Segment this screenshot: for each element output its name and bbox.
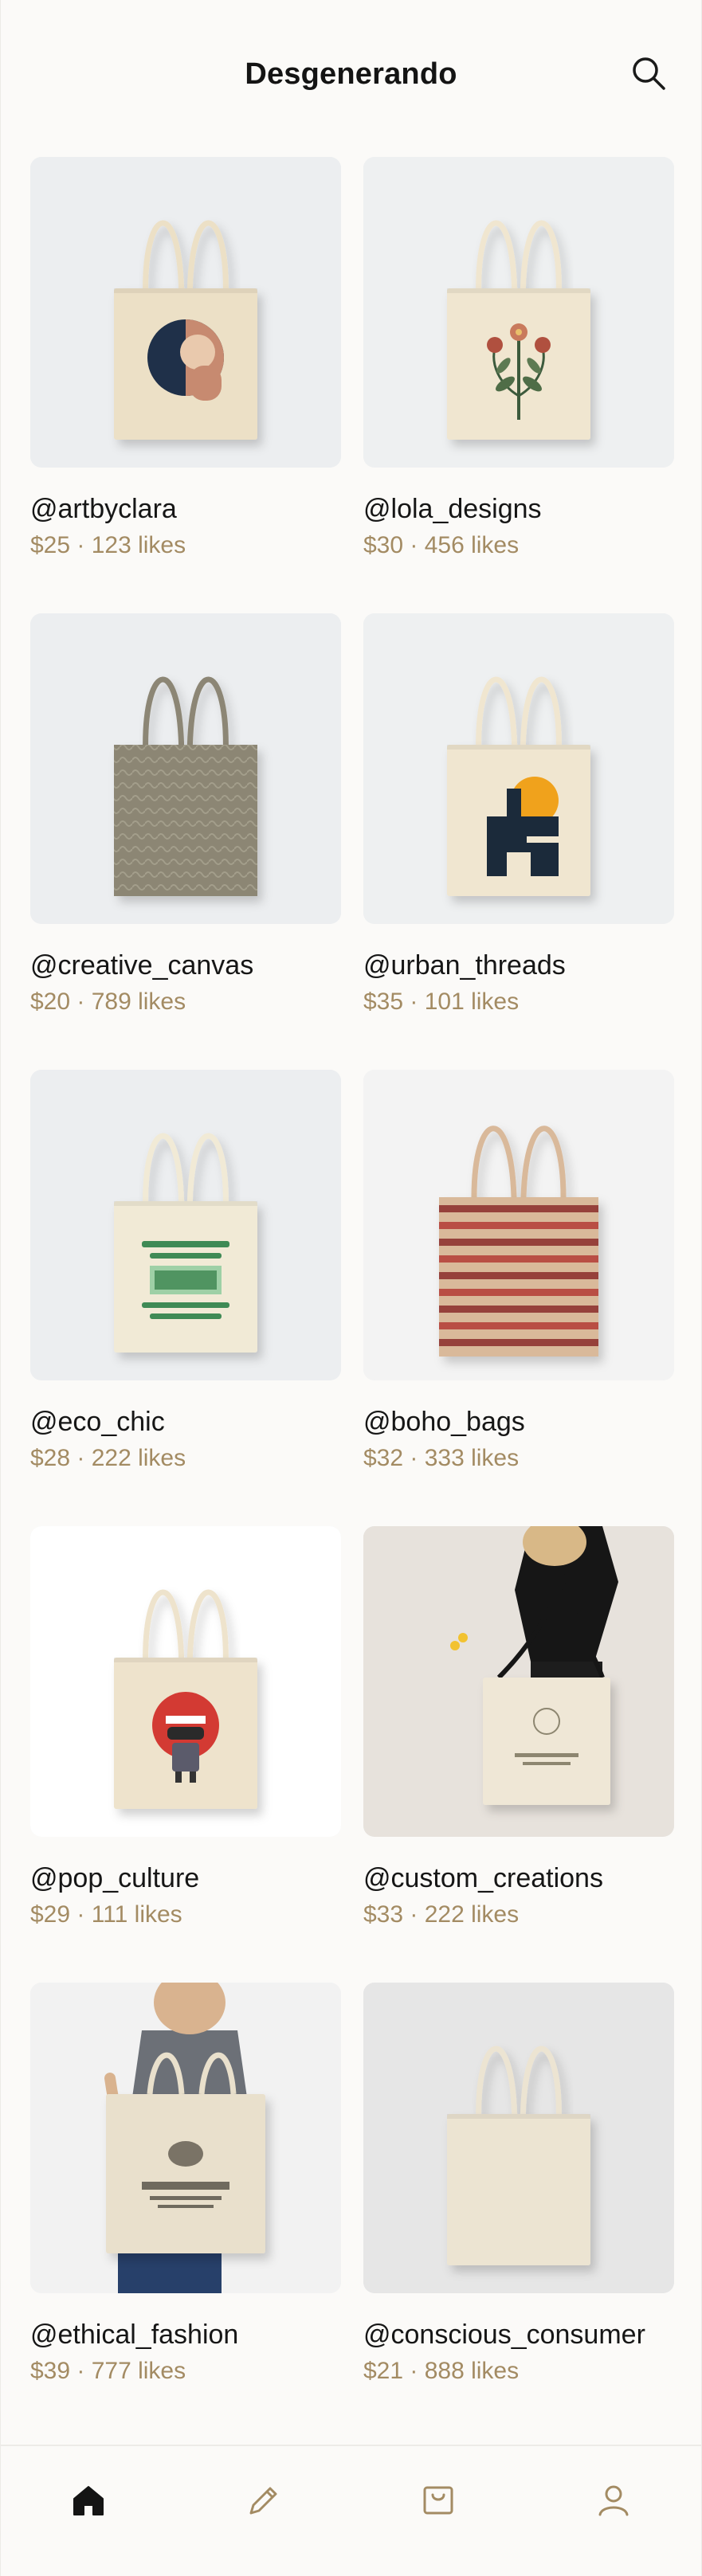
product-image[interactable] xyxy=(363,613,674,924)
product-price-likes: $25 · 123 likes xyxy=(30,532,186,558)
product-card[interactable]: @ethical_fashion $39 · 777 likes xyxy=(30,1983,341,2439)
app-screen: Desgenerando @artbyclara $25 · 123 likes… xyxy=(0,0,702,2576)
product-card[interactable]: @pop_culture $29 · 111 likes xyxy=(30,1526,341,1983)
product-image[interactable] xyxy=(363,1526,674,1837)
bottom-navigation xyxy=(1,2445,701,2576)
product-creator-handle[interactable]: @artbyclara xyxy=(30,493,341,525)
product-image[interactable] xyxy=(30,157,341,468)
product-card[interactable]: @custom_creations $33 · 222 likes xyxy=(363,1526,674,1983)
product-price-likes: $30 · 456 likes xyxy=(363,532,520,558)
product-image[interactable] xyxy=(30,1983,341,2293)
nav-profile[interactable] xyxy=(590,2476,637,2524)
tote-bag-image xyxy=(363,1526,674,1837)
product-card[interactable]: @artbyclara $25 · 123 likes xyxy=(30,157,341,613)
product-creator-handle[interactable]: @urban_threads xyxy=(363,949,674,981)
user-icon xyxy=(598,2485,629,2516)
product-creator-handle[interactable]: @boho_bags xyxy=(363,1406,674,1438)
product-card[interactable]: @conscious_consumer $21 · 888 likes xyxy=(363,1983,674,2439)
tote-bag-image xyxy=(363,613,674,924)
home-icon xyxy=(73,2486,104,2515)
product-price-likes: $39 · 777 likes xyxy=(30,2358,186,2384)
product-creator-handle[interactable]: @creative_canvas xyxy=(30,949,341,981)
tote-bag-image xyxy=(363,1983,674,2293)
search-button[interactable] xyxy=(628,53,669,94)
product-card[interactable]: @boho_bags $32 · 333 likes xyxy=(363,1070,674,1526)
product-creator-handle[interactable]: @custom_creations xyxy=(363,1862,674,1894)
product-card[interactable]: @eco_chic $28 · 222 likes xyxy=(30,1070,341,1526)
product-creator-handle[interactable]: @lola_designs xyxy=(363,493,674,525)
product-price-likes: $20 · 789 likes xyxy=(30,989,186,1015)
product-price-likes: $35 · 101 likes xyxy=(363,989,520,1015)
product-creator-handle[interactable]: @ethical_fashion xyxy=(30,2319,341,2351)
tote-bag-image xyxy=(30,1070,341,1380)
product-grid: @artbyclara $25 · 123 likes @lola_design… xyxy=(30,157,674,2439)
search-icon xyxy=(633,57,665,90)
product-image[interactable] xyxy=(30,1526,341,1837)
product-image[interactable] xyxy=(363,157,674,468)
tote-bag-image xyxy=(363,157,674,468)
top-bar: Desgenerando xyxy=(1,0,701,148)
tote-bag-image xyxy=(30,157,341,468)
product-card[interactable]: @creative_canvas $20 · 789 likes xyxy=(30,613,341,1070)
product-image[interactable] xyxy=(363,1070,674,1380)
product-image[interactable] xyxy=(30,613,341,924)
tote-bag-image xyxy=(30,1983,341,2293)
product-price-likes: $33 · 222 likes xyxy=(363,1901,520,1928)
nav-shop[interactable] xyxy=(414,2476,462,2524)
product-creator-handle[interactable]: @eco_chic xyxy=(30,1406,341,1438)
tote-bag-image xyxy=(30,613,341,924)
product-card[interactable]: @urban_threads $35 · 101 likes xyxy=(363,613,674,1070)
product-price-likes: $21 · 888 likes xyxy=(363,2358,520,2384)
product-price-likes: $29 · 111 likes xyxy=(30,1901,182,1928)
bag-icon xyxy=(423,2486,453,2515)
tote-bag-image xyxy=(363,1070,674,1380)
nav-home[interactable] xyxy=(65,2476,112,2524)
product-price-likes: $32 · 333 likes xyxy=(363,1445,520,1471)
product-creator-handle[interactable]: @pop_culture xyxy=(30,1862,341,1894)
product-price-likes: $28 · 222 likes xyxy=(30,1445,186,1471)
product-image[interactable] xyxy=(30,1070,341,1380)
product-creator-handle[interactable]: @conscious_consumer xyxy=(363,2319,674,2351)
product-image[interactable] xyxy=(363,1983,674,2293)
tote-bag-image xyxy=(30,1526,341,1837)
pencil-icon xyxy=(249,2487,277,2515)
product-card[interactable]: @lola_designs $30 · 456 likes xyxy=(363,157,674,613)
nav-create[interactable] xyxy=(240,2476,288,2524)
app-title: Desgenerando xyxy=(245,57,457,91)
